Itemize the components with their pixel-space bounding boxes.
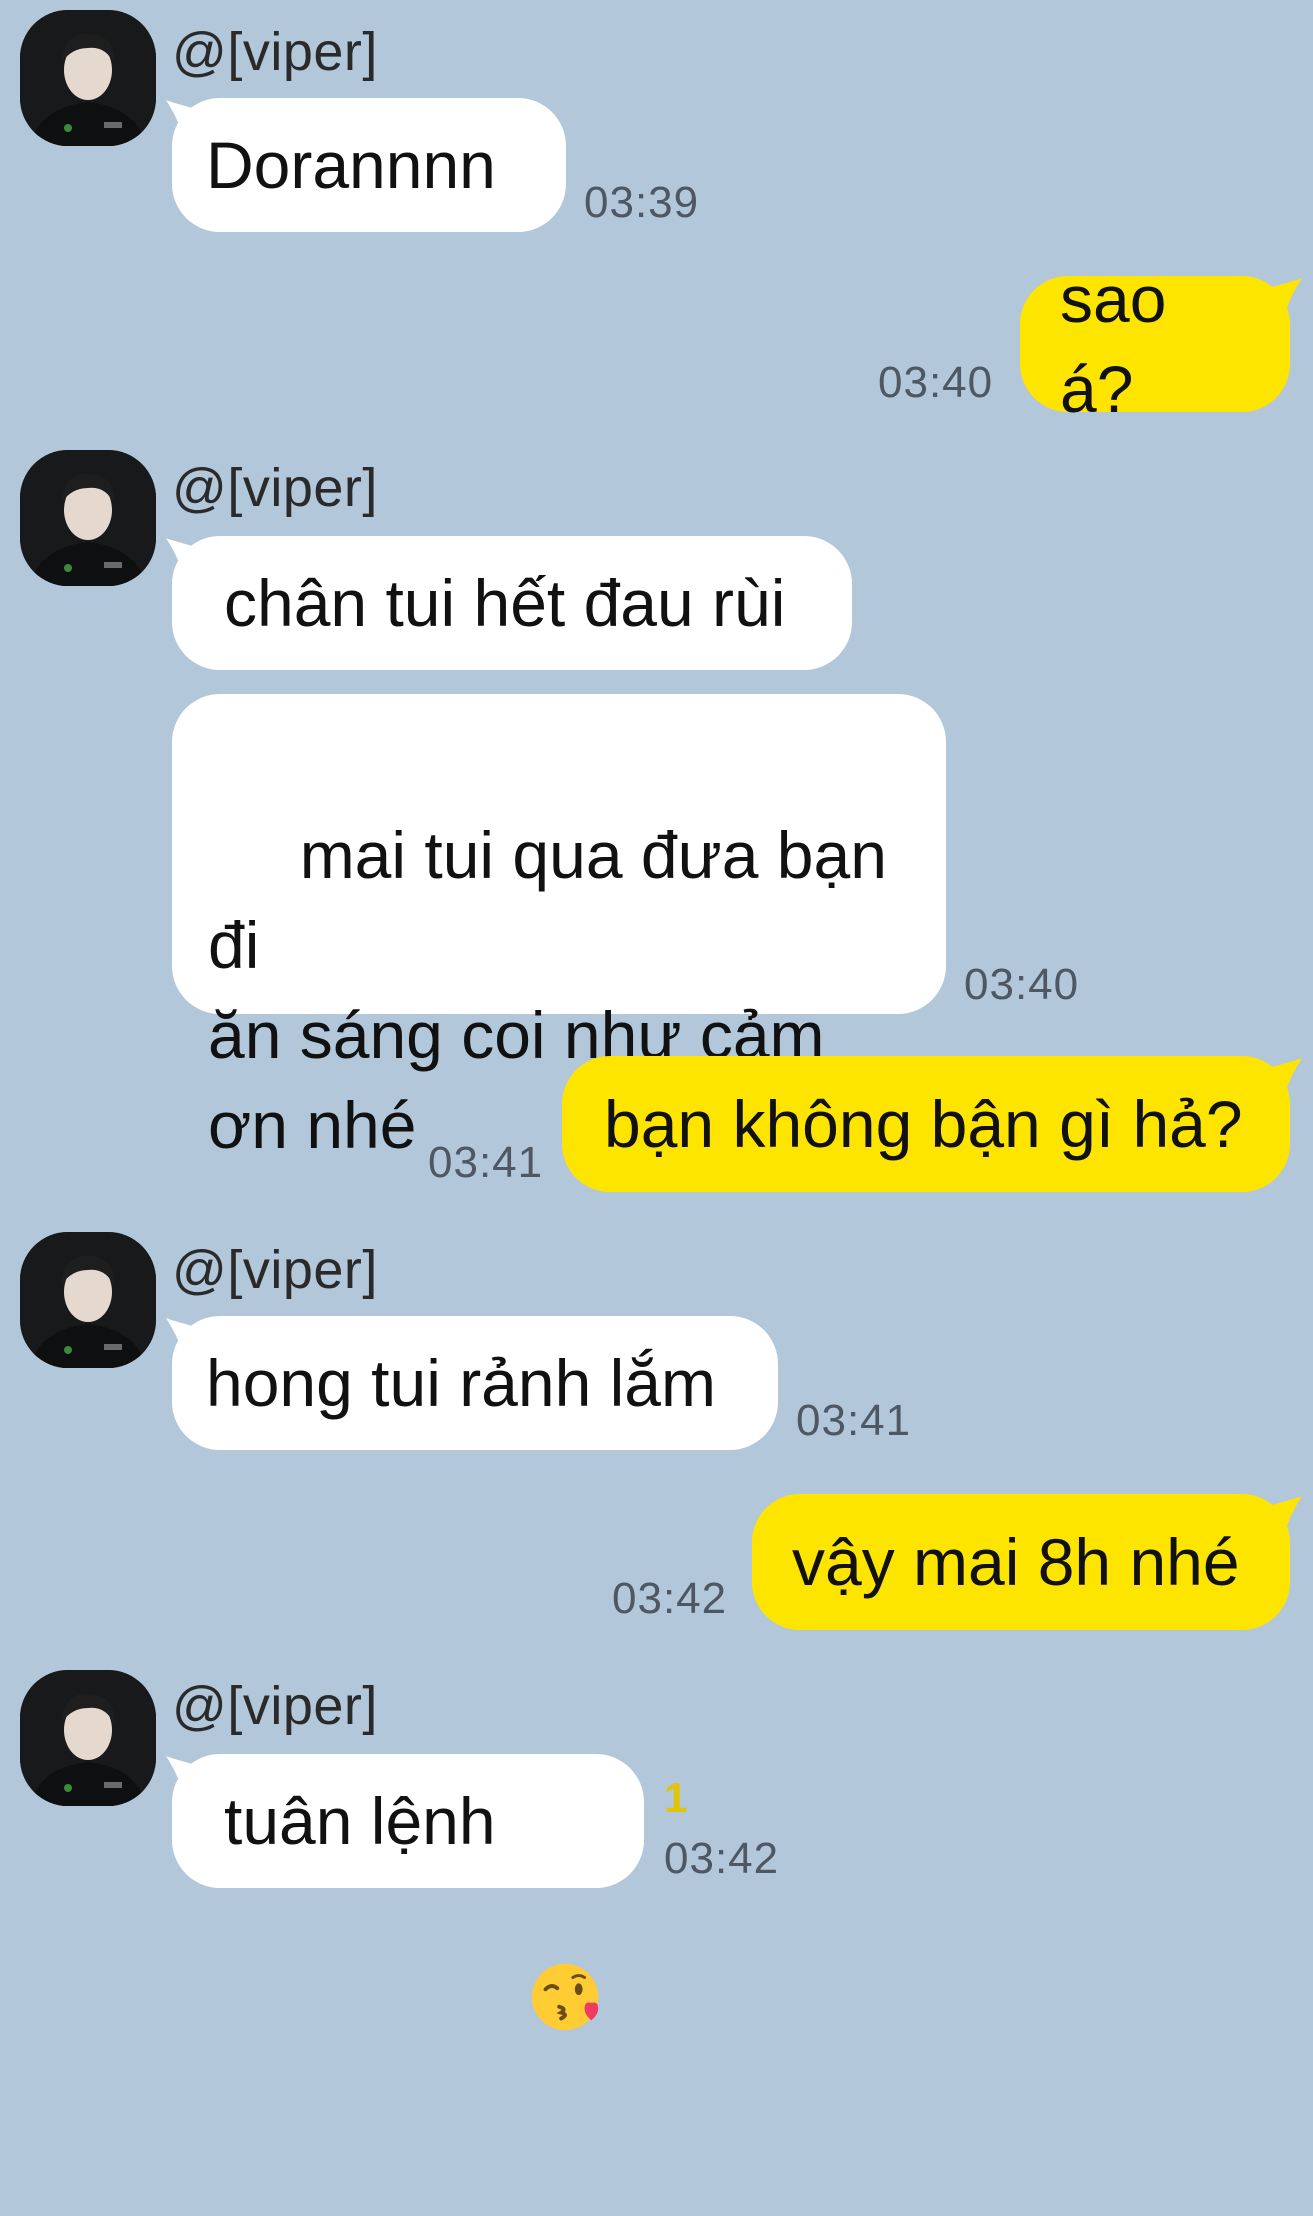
message-text: bạn không bận gì hả? — [604, 1087, 1243, 1161]
avatar[interactable] — [20, 1670, 156, 1806]
message-timestamp: 03:42 — [664, 1834, 780, 1883]
message-bubble[interactable]: hong tui rảnh lắm — [172, 1316, 778, 1450]
profile-photo-icon — [20, 1232, 156, 1368]
message-timestamp: 03:42 — [612, 1574, 728, 1623]
bubble-tail — [1268, 278, 1302, 318]
message-text: Dorannnn — [206, 128, 496, 202]
message-bubble[interactable]: mai tui qua đưa bạn đi ăn sáng coi như c… — [172, 694, 946, 1162]
avatar[interactable] — [20, 1232, 156, 1368]
sender-name: @[viper] — [172, 1676, 378, 1736]
kiss-face-icon — [531, 1963, 599, 2031]
message-bubble[interactable]: Dorannnn — [172, 98, 566, 232]
bubble-tail — [1268, 1496, 1302, 1536]
message-text: vậy mai 8h nhé — [792, 1525, 1240, 1599]
message-timestamp: 03:40 — [964, 960, 1080, 1009]
sender-name: @[viper] — [172, 22, 378, 82]
bubble-tail — [1268, 1058, 1302, 1098]
message-bubble[interactable]: chân tui hết đau rùi — [172, 536, 852, 670]
profile-photo-icon — [20, 10, 156, 146]
message-text: chân tui hết đau rùi — [224, 566, 786, 640]
message-timestamp: 03:39 — [584, 178, 700, 227]
message-text: tuân lệnh — [224, 1784, 514, 1858]
profile-photo-icon — [20, 450, 156, 586]
message-timestamp: 03:40 — [878, 358, 994, 407]
face-blowing-a-kiss-emoji — [528, 1778, 606, 2031]
message-timestamp: 03:41 — [428, 1138, 544, 1187]
message-bubble[interactable]: bạn không bận gì hả? — [562, 1056, 1290, 1192]
message-bubble[interactable]: sao á? — [1020, 262, 1290, 426]
message-bubble[interactable]: tuân lệnh — [172, 1754, 644, 2031]
avatar[interactable] — [20, 450, 156, 586]
message-bubble[interactable]: vậy mai 8h nhé — [752, 1494, 1290, 1630]
sender-name: @[viper] — [172, 458, 378, 518]
message-text: sao á? — [1060, 262, 1185, 426]
profile-photo-icon — [20, 1670, 156, 1806]
message-timestamp: 03:41 — [796, 1396, 912, 1445]
unread-count: 1 — [664, 1774, 688, 1821]
avatar[interactable] — [20, 10, 156, 146]
message-text: hong tui rảnh lắm — [206, 1346, 716, 1420]
sender-name: @[viper] — [172, 1240, 378, 1300]
